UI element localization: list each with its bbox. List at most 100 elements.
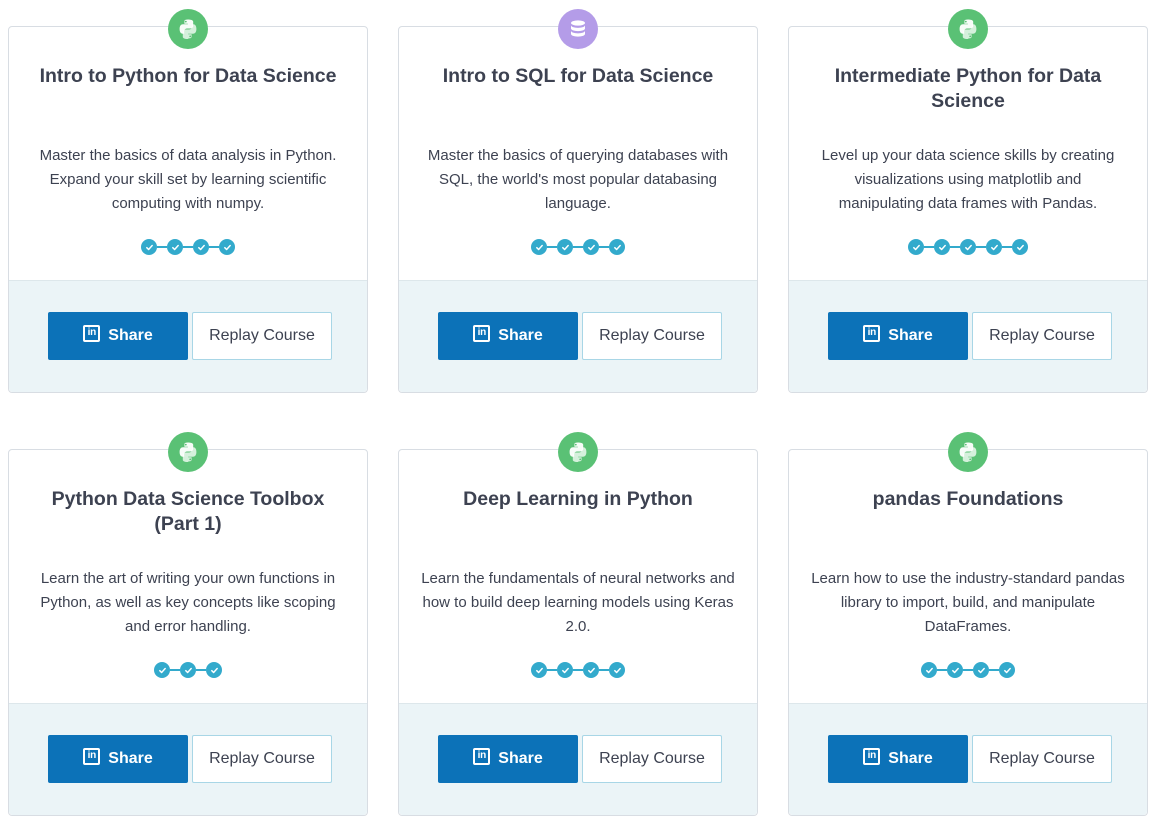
python-icon bbox=[168, 9, 208, 49]
python-icon bbox=[168, 432, 208, 472]
course-description: Master the basics of data analysis in Py… bbox=[39, 147, 337, 212]
course-title: Intermediate Python for Data Science bbox=[834, 65, 1102, 112]
replay-course-button[interactable]: Replay Course bbox=[582, 312, 722, 360]
course-card: pandas Foundations Learn how to use the … bbox=[788, 432, 1148, 816]
progress-connector bbox=[209, 246, 219, 248]
linkedin-icon: in bbox=[863, 747, 881, 765]
replay-course-button[interactable]: Replay Course bbox=[972, 312, 1112, 360]
chapter-complete-check-icon bbox=[583, 662, 599, 678]
share-label: Share bbox=[108, 327, 153, 344]
share-label: Share bbox=[888, 327, 933, 344]
chapter-complete-check-icon bbox=[973, 662, 989, 678]
chapter-progress bbox=[399, 661, 757, 679]
course-card: Deep Learning in Python Learn the fundam… bbox=[398, 432, 758, 816]
linkedin-icon: in bbox=[83, 747, 101, 765]
progress-connector bbox=[937, 669, 947, 671]
share-label: Share bbox=[888, 750, 933, 767]
python-icon bbox=[558, 432, 598, 472]
share-linkedin-button[interactable]: in Share bbox=[438, 312, 578, 360]
course-description: Learn the art of writing your own functi… bbox=[40, 570, 336, 635]
chapter-complete-check-icon bbox=[583, 239, 599, 255]
chapter-complete-check-icon bbox=[1012, 239, 1028, 255]
share-linkedin-button[interactable]: in Share bbox=[48, 312, 188, 360]
course-title: Intro to Python for Data Science bbox=[39, 65, 337, 87]
card-footer: in Share Replay Course bbox=[789, 280, 1147, 392]
chapter-complete-check-icon bbox=[180, 662, 196, 678]
progress-connector bbox=[196, 669, 206, 671]
progress-connector bbox=[976, 246, 986, 248]
progress-connector bbox=[599, 246, 609, 248]
chapter-complete-check-icon bbox=[154, 662, 170, 678]
card-footer: in Share Replay Course bbox=[399, 280, 757, 392]
chapter-progress bbox=[9, 661, 367, 679]
progress-connector bbox=[1002, 246, 1012, 248]
progress-connector bbox=[599, 669, 609, 671]
chapter-complete-check-icon bbox=[167, 239, 183, 255]
card-footer: in Share Replay Course bbox=[9, 703, 367, 815]
python-icon bbox=[948, 9, 988, 49]
course-description: Learn the fundamentals of neural network… bbox=[421, 570, 735, 635]
progress-connector bbox=[950, 246, 960, 248]
progress-connector bbox=[573, 246, 583, 248]
replay-course-button[interactable]: Replay Course bbox=[192, 735, 332, 783]
progress-connector bbox=[573, 669, 583, 671]
replay-course-button[interactable]: Replay Course bbox=[582, 735, 722, 783]
progress-connector bbox=[547, 246, 557, 248]
course-title: pandas Foundations bbox=[872, 488, 1064, 510]
chapter-complete-check-icon bbox=[141, 239, 157, 255]
progress-connector bbox=[924, 246, 934, 248]
share-linkedin-button[interactable]: in Share bbox=[828, 312, 968, 360]
course-description: Master the basics of querying databases … bbox=[427, 147, 729, 212]
chapter-complete-check-icon bbox=[206, 662, 222, 678]
course-description: Learn how to use the industry-standard p… bbox=[811, 570, 1125, 635]
course-description: Level up your data science skills by cre… bbox=[821, 147, 1115, 212]
linkedin-icon: in bbox=[863, 324, 881, 342]
course-title: Python Data Science Toolbox (Part 1) bbox=[51, 488, 325, 535]
linkedin-icon: in bbox=[473, 747, 491, 765]
progress-connector bbox=[170, 669, 180, 671]
chapter-progress bbox=[9, 238, 367, 256]
progress-connector bbox=[157, 246, 167, 248]
chapter-complete-check-icon bbox=[999, 662, 1015, 678]
share-label: Share bbox=[108, 750, 153, 767]
chapter-complete-check-icon bbox=[986, 239, 1002, 255]
course-card: Intro to SQL for Data Science Master the… bbox=[398, 9, 758, 393]
database-icon bbox=[558, 9, 598, 49]
progress-connector bbox=[183, 246, 193, 248]
chapter-progress bbox=[789, 238, 1147, 256]
chapter-complete-check-icon bbox=[947, 662, 963, 678]
chapter-complete-check-icon bbox=[193, 239, 209, 255]
share-label: Share bbox=[498, 750, 543, 767]
card-footer: in Share Replay Course bbox=[789, 703, 1147, 815]
python-icon bbox=[948, 432, 988, 472]
progress-connector bbox=[547, 669, 557, 671]
linkedin-icon: in bbox=[83, 324, 101, 342]
progress-connector bbox=[989, 669, 999, 671]
chapter-complete-check-icon bbox=[557, 239, 573, 255]
share-linkedin-button[interactable]: in Share bbox=[48, 735, 188, 783]
card-footer: in Share Replay Course bbox=[9, 280, 367, 392]
chapter-complete-check-icon bbox=[921, 662, 937, 678]
chapter-complete-check-icon bbox=[531, 239, 547, 255]
share-label: Share bbox=[498, 327, 543, 344]
chapter-progress bbox=[789, 661, 1147, 679]
chapter-complete-check-icon bbox=[531, 662, 547, 678]
course-card: Intro to Python for Data Science Master … bbox=[8, 9, 368, 393]
progress-connector bbox=[963, 669, 973, 671]
course-title: Deep Learning in Python bbox=[463, 488, 693, 510]
replay-course-button[interactable]: Replay Course bbox=[192, 312, 332, 360]
chapter-complete-check-icon bbox=[934, 239, 950, 255]
course-card: Intermediate Python for Data Science Lev… bbox=[788, 9, 1148, 393]
chapter-complete-check-icon bbox=[219, 239, 235, 255]
chapter-complete-check-icon bbox=[908, 239, 924, 255]
chapter-progress bbox=[399, 238, 757, 256]
chapter-complete-check-icon bbox=[960, 239, 976, 255]
linkedin-icon: in bbox=[473, 324, 491, 342]
share-linkedin-button[interactable]: in Share bbox=[828, 735, 968, 783]
chapter-complete-check-icon bbox=[557, 662, 573, 678]
share-linkedin-button[interactable]: in Share bbox=[438, 735, 578, 783]
replay-course-button[interactable]: Replay Course bbox=[972, 735, 1112, 783]
card-footer: in Share Replay Course bbox=[399, 703, 757, 815]
course-card: Python Data Science Toolbox (Part 1) Lea… bbox=[8, 432, 368, 816]
chapter-complete-check-icon bbox=[609, 239, 625, 255]
